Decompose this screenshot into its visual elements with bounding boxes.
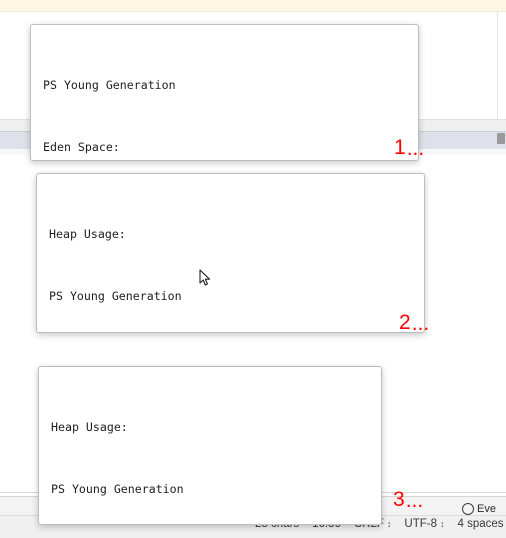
panel-line: PS Young Generation: [51, 481, 184, 496]
heap-usage-panel-3: Heap Usage: PS Young Generation Eden Spa…: [38, 366, 382, 525]
editor-highlight-band: [0, 0, 506, 11]
chevron-updown-icon: ↕: [440, 518, 445, 529]
panel-line: PS Young Generation: [49, 288, 182, 303]
editor-band-divider: [0, 11, 506, 12]
edge-scroll-marker-icon[interactable]: [497, 133, 505, 144]
panel-line: Heap Usage:: [51, 420, 128, 434]
event-log-label: Eve: [477, 502, 496, 515]
event-log-search-widget[interactable]: Eve: [462, 501, 496, 516]
panel-line: Heap Usage:: [49, 227, 126, 241]
panel-line: Eden Space:: [43, 139, 120, 154]
heap-usage-panel-1: PS Young Generation Eden Space: capacity…: [30, 24, 419, 161]
editor-vertical-rule: [497, 11, 498, 119]
heap-usage-panel-2: Heap Usage: PS Young Generation Eden Spa…: [36, 173, 425, 333]
chevron-updown-icon: ↕: [386, 518, 392, 529]
status-encoding-label: UTF-8: [404, 518, 438, 530]
status-encoding[interactable]: UTF-8 ↕: [404, 518, 444, 530]
panel-line: PS Young Generation: [43, 78, 176, 92]
status-indent[interactable]: 4 spaces: [458, 518, 504, 530]
magnifier-icon: [462, 502, 474, 515]
